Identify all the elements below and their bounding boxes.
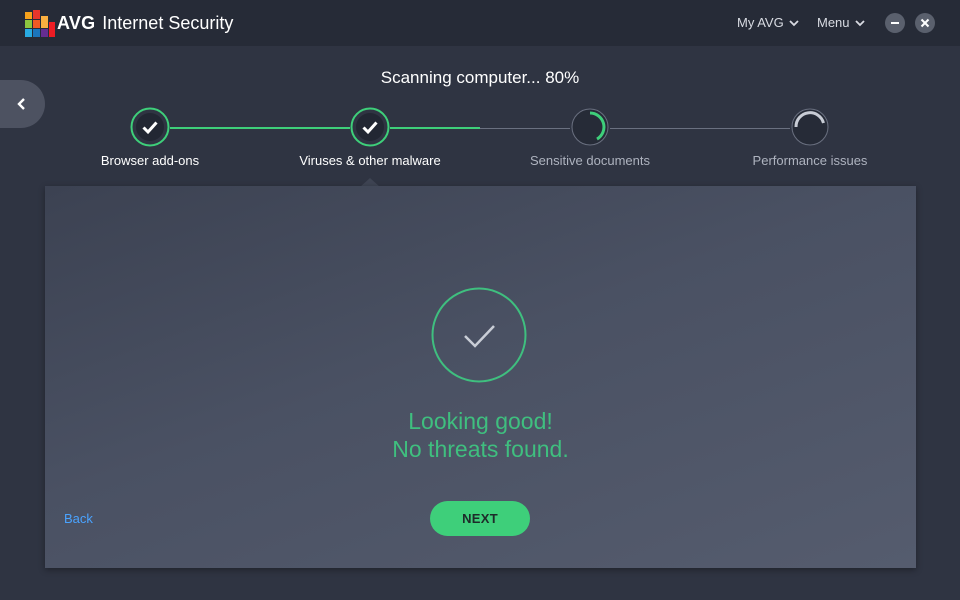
step-label: Viruses & other malware [299, 153, 441, 168]
next-button[interactable]: NEXT [430, 501, 530, 536]
checkmark-circle-icon [431, 287, 527, 383]
chevron-down-icon [854, 19, 865, 26]
step-progress-indicator [570, 107, 610, 147]
result-headline: Looking good! [408, 408, 553, 434]
step-label: Browser add-ons [100, 153, 200, 168]
step-done-indicator [350, 107, 390, 147]
step-browser-addons: Browser add-ons [40, 107, 260, 168]
scan-progress-title: Scanning computer... 80% [380, 68, 580, 87]
my-avg-label: My AVG [737, 15, 784, 30]
step-performance-issues: Performance issues [700, 107, 920, 168]
checkmark-icon [350, 107, 390, 147]
step-label: Performance issues [752, 153, 868, 168]
minimize-icon [891, 22, 899, 24]
spinner-icon [791, 108, 829, 146]
result-panel: Looking good! No threats found. Back NEX… [45, 186, 916, 568]
app-title: AVG Internet Security [57, 13, 233, 34]
result-subline: No threats found. [392, 436, 569, 462]
product-name: Internet Security [102, 13, 234, 33]
menu-dropdown[interactable]: Menu [817, 15, 865, 30]
brand-name: AVG [57, 13, 96, 33]
checkmark-icon [130, 107, 170, 147]
spinner-icon [571, 108, 609, 146]
close-button[interactable] [915, 13, 935, 33]
back-link[interactable]: Back [64, 511, 93, 526]
step-viruses-malware: Viruses & other malware [260, 107, 480, 168]
step-label: Sensitive documents [530, 153, 650, 168]
avg-logo-icon [25, 10, 55, 37]
menu-label: Menu [817, 15, 850, 30]
step-done-indicator [130, 107, 170, 147]
my-avg-dropdown[interactable]: My AVG [737, 15, 799, 30]
chevron-left-icon [17, 98, 25, 110]
step-sensitive-documents: Sensitive documents [480, 107, 700, 168]
chevron-down-icon [789, 19, 799, 26]
title-bar: AVG Internet Security My AVG Menu [0, 0, 960, 46]
step-progress-indicator [790, 107, 830, 147]
minimize-button[interactable] [885, 13, 905, 33]
close-icon [920, 18, 930, 28]
